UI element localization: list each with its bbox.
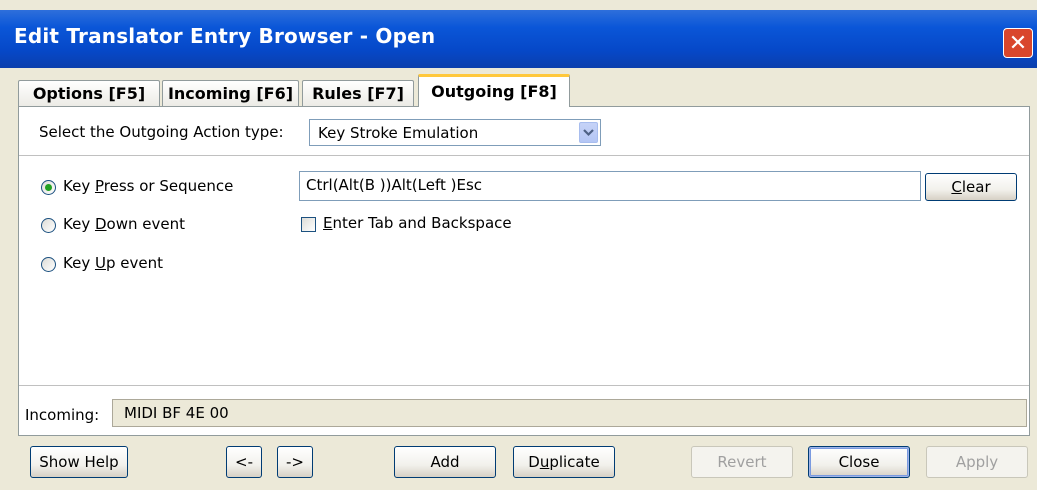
- action-type-select[interactable]: Key Stroke Emulation: [309, 119, 601, 146]
- close-window-button[interactable]: ✕: [1003, 28, 1033, 58]
- tab-options[interactable]: Options [F5]: [18, 80, 160, 106]
- action-type-value: Key Stroke Emulation: [318, 124, 479, 142]
- radio-key-up-label: Key Up event: [63, 254, 163, 272]
- dropdown-button[interactable]: [579, 122, 598, 143]
- window-title: Edit Translator Entry Browser - Open: [14, 24, 436, 48]
- incoming-label: Incoming:: [25, 406, 100, 424]
- radio-key-press[interactable]: [41, 180, 56, 195]
- action-type-label: Select the Outgoing Action type:: [39, 123, 284, 141]
- outgoing-panel: Select the Outgoing Action type: Key Str…: [18, 106, 1030, 436]
- revert-button[interactable]: Revert: [691, 446, 793, 478]
- clear-button[interactable]: Clear: [925, 173, 1017, 201]
- incoming-value: MIDI BF 4E 00: [124, 404, 229, 422]
- radio-key-press-label: Key Press or Sequence: [63, 177, 234, 195]
- previous-button[interactable]: <-: [226, 446, 262, 478]
- radio-key-down[interactable]: [41, 218, 56, 233]
- radio-key-up[interactable]: [41, 257, 56, 272]
- apply-button[interactable]: Apply: [926, 446, 1028, 478]
- tab-rules[interactable]: Rules [F7]: [302, 80, 414, 106]
- title-bar[interactable]: Edit Translator Entry Browser - Open ✕: [0, 10, 1037, 68]
- divider: [19, 155, 1029, 156]
- duplicate-button[interactable]: Du plicate: [513, 446, 615, 478]
- next-button[interactable]: ->: [277, 446, 313, 478]
- tab-incoming[interactable]: Incoming [F6]: [162, 80, 299, 106]
- radio-key-down-label: Key Down event: [63, 215, 185, 233]
- close-icon: ✕: [1008, 30, 1028, 56]
- incoming-value-field: MIDI BF 4E 00: [112, 399, 1027, 427]
- dialog-window: Edit Translator Entry Browser - Open ✕ O…: [0, 0, 1037, 490]
- show-help-button[interactable]: Show Help: [30, 446, 128, 478]
- close-button[interactable]: Close: [808, 446, 910, 478]
- key-sequence-input[interactable]: Ctrl(Alt(B ))Alt(Left )Esc: [299, 171, 921, 201]
- enter-tab-backspace-checkbox[interactable]: [301, 217, 316, 232]
- chevron-down-icon: [583, 129, 594, 137]
- enter-tab-backspace-label: Enter Tab and Backspace: [323, 214, 512, 232]
- radio-selected-dot: [45, 184, 52, 191]
- key-sequence-value: Ctrl(Alt(B ))Alt(Left )Esc: [306, 176, 483, 194]
- add-button[interactable]: Add: [394, 446, 496, 478]
- divider: [19, 385, 1029, 386]
- tab-outgoing[interactable]: Outgoing [F8]: [418, 74, 570, 107]
